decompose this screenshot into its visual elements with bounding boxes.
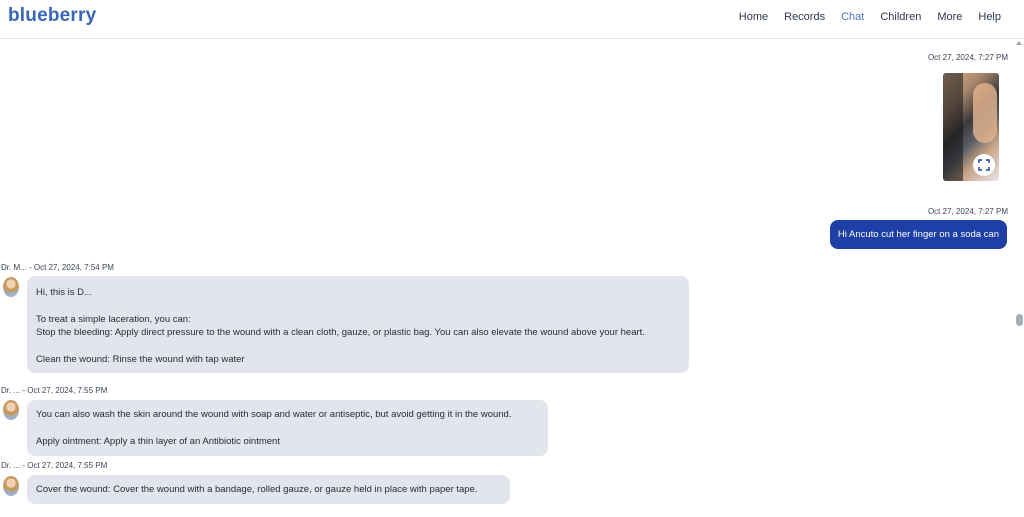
app-logo[interactable]: blueberry (8, 5, 96, 27)
chat-thread: Oct 27, 2024, 7:27 PM Oct 27, 2024, 7:27… (0, 40, 1016, 517)
message-line: Apply ointment: Apply a thin layer of an… (36, 435, 280, 447)
message-line: To treat a simple laceration, you can: (36, 313, 191, 325)
message-timestamp: - Oct 27, 2024, 7:55 PM (22, 386, 108, 395)
nav-home[interactable]: Home (739, 11, 768, 23)
message-line: Stop the bleeding: Apply direct pressure… (36, 327, 645, 339)
user-message-bubble: Hi Ancuto cut her finger on a soda can (829, 220, 1007, 249)
message-line: Clean the wound: Rinse the wound with ta… (36, 354, 245, 365)
doctor-message-bubble: You can also wash the skin around the wo… (27, 400, 548, 456)
sender-name: Dr. ... (1, 386, 21, 395)
doctor-avatar (3, 277, 19, 297)
sender-name: Dr. ... (1, 461, 21, 470)
expand-icon (978, 159, 990, 171)
doctor-message-header: Dr. ... - Oct 27, 2024, 7:55 PM (1, 386, 107, 395)
scroll-up-arrow[interactable] (1016, 41, 1022, 45)
main-nav: Home Records Chat Children More Help (739, 11, 1001, 23)
message-timestamp: Oct 27, 2024, 7:27 PM (927, 207, 1008, 216)
message-line: Hi, this is D... (36, 287, 92, 298)
nav-records[interactable]: Records (784, 11, 825, 23)
doctor-message-bubble: Cover the wound: Cover the wound with a … (27, 475, 510, 504)
doctor-message-header: Dr. ... - Oct 27, 2024, 7:55 PM (1, 461, 107, 470)
photo-shade (943, 73, 963, 181)
expand-photo-button[interactable] (973, 154, 995, 176)
doctor-message-header: Dr. M... - Oct 27, 2024, 7:54 PM (1, 263, 114, 272)
top-navbar: blueberry Home Records Chat Children Mor… (0, 0, 1024, 39)
doctor-avatar (3, 400, 19, 420)
message-timestamp: - Oct 27, 2024, 7:55 PM (22, 461, 108, 470)
nav-more[interactable]: More (937, 11, 962, 23)
scrollbar-thumb[interactable] (1016, 314, 1023, 326)
message-line: You can also wash the skin around the wo… (36, 409, 512, 420)
doctor-avatar (3, 476, 19, 496)
nav-help[interactable]: Help (978, 11, 1001, 23)
sender-name: Dr. M... (1, 263, 27, 272)
attached-photo[interactable] (943, 73, 999, 181)
message-line: Cover the wound: Cover the wound with a … (36, 484, 478, 495)
message-timestamp: Oct 27, 2024, 7:27 PM (927, 53, 1008, 62)
nav-children[interactable]: Children (880, 11, 921, 23)
photo-shade (973, 83, 997, 143)
doctor-message-bubble: Hi, this is D... To treat a simple lacer… (27, 276, 689, 373)
nav-chat[interactable]: Chat (841, 11, 864, 23)
message-timestamp: - Oct 27, 2024, 7:54 PM (29, 263, 114, 272)
